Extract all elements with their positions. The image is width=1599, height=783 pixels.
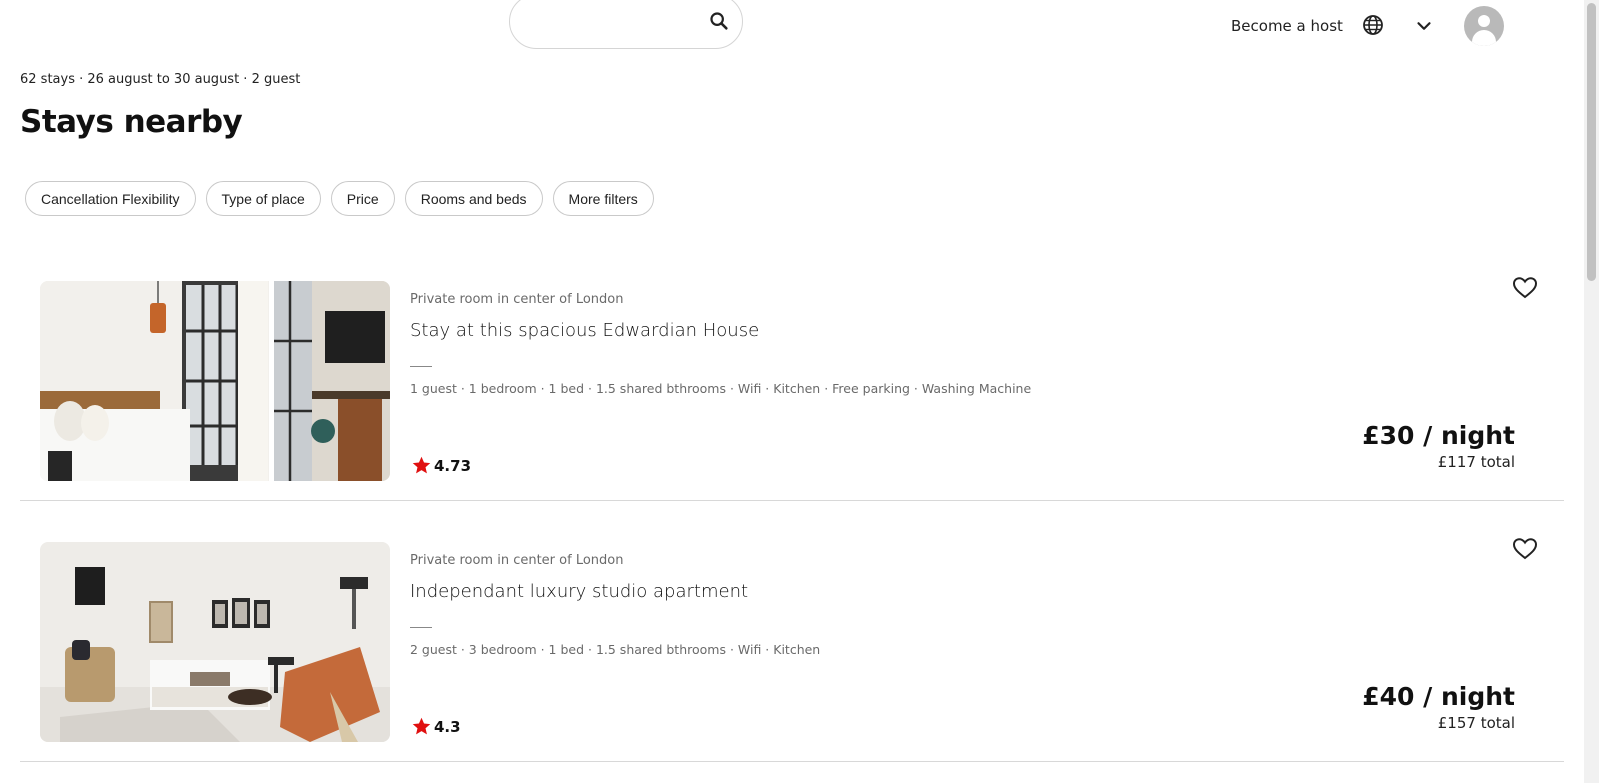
chevron-down-icon[interactable] — [1413, 15, 1435, 37]
heart-icon[interactable] — [1512, 276, 1538, 300]
rating-value: 4.3 — [434, 717, 461, 736]
listing-subtitle: Private room in center of London — [410, 292, 624, 307]
listing-title[interactable]: Stay at this spacious Edwardian House — [410, 320, 759, 341]
search-input[interactable] — [528, 9, 702, 39]
vertical-scrollbar[interactable] — [1584, 0, 1599, 783]
scrollbar-thumb[interactable] — [1587, 3, 1596, 281]
listing-photo[interactable] — [40, 281, 390, 481]
listing-amenities: 2 guest · 3 bedroom · 1 bed · 1.5 shared… — [410, 642, 821, 657]
listing-title[interactable]: Independant luxury studio apartment — [410, 581, 748, 602]
listing-card: Private room in center of London Indepen… — [20, 501, 1564, 762]
filter-more-button[interactable]: More filters — [552, 181, 654, 216]
divider — [410, 366, 432, 367]
filter-price-button[interactable]: Price — [330, 181, 395, 216]
listing-total: £157 total — [1437, 714, 1515, 732]
heart-icon[interactable] — [1512, 537, 1538, 561]
filter-rooms-beds-button[interactable]: Rooms and beds — [404, 181, 543, 216]
filter-bar: Cancellation Flexibility Type of place P… — [25, 181, 654, 216]
listing-photo[interactable] — [40, 542, 390, 742]
star-icon — [412, 456, 431, 474]
divider — [410, 627, 432, 628]
search-bar[interactable] — [509, 0, 743, 49]
become-host-link[interactable]: Become a host — [1231, 17, 1343, 35]
listing-amenities: 1 guest · 1 bedroom · 1 bed · 1.5 shared… — [410, 381, 1032, 396]
listing-subtitle: Private room in center of London — [410, 553, 624, 568]
avatar-icon — [1478, 15, 1490, 27]
listing-price: £40 / night — [1362, 682, 1515, 711]
listing-price: £30 / night — [1362, 421, 1515, 450]
listing-card: Private room in center of London Stay at… — [20, 240, 1564, 501]
page-title: Stays nearby — [20, 104, 243, 140]
listing-rating: 4.73 — [411, 455, 471, 476]
globe-icon[interactable] — [1361, 13, 1385, 37]
filter-type-of-place-button[interactable]: Type of place — [205, 181, 321, 216]
listing-total: £117 total — [1437, 453, 1515, 471]
listing-rating: 4.3 — [411, 716, 461, 737]
search-icon[interactable] — [708, 10, 730, 32]
star-icon — [412, 717, 431, 735]
filter-cancellation-button[interactable]: Cancellation Flexibility — [25, 181, 196, 216]
avatar[interactable] — [1464, 6, 1504, 46]
search-summary: 62 stays · 26 august to 30 august · 2 gu… — [20, 72, 301, 87]
rating-value: 4.73 — [434, 456, 472, 475]
